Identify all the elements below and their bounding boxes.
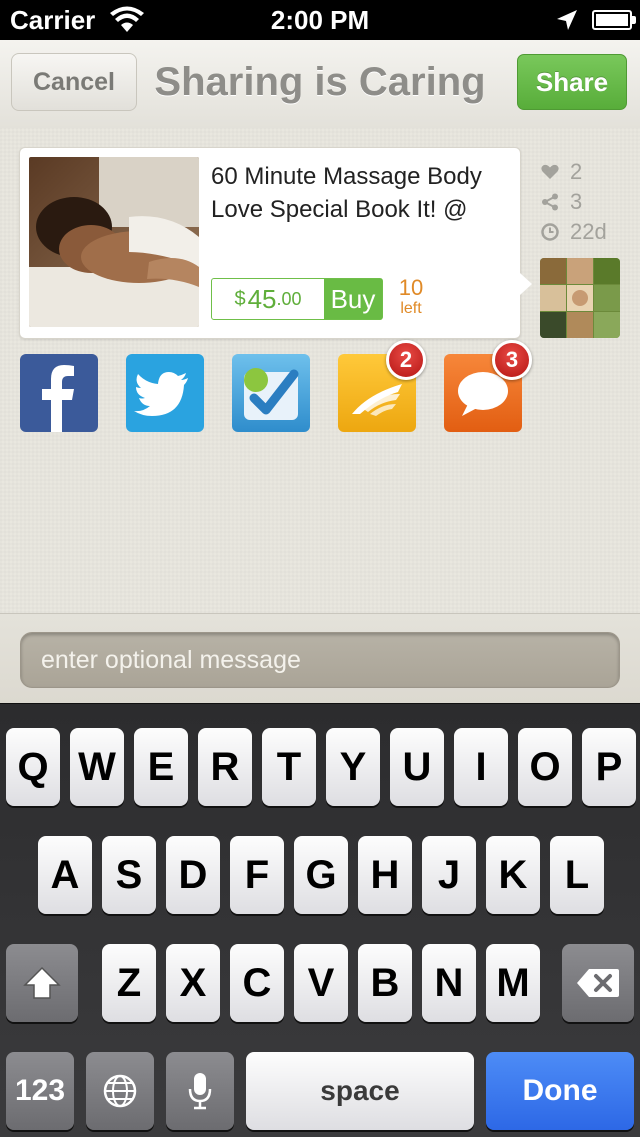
key-p[interactable]: P xyxy=(582,728,636,806)
backspace-key[interactable] xyxy=(562,944,634,1022)
age-stat: 22d xyxy=(540,217,630,247)
navigation-bar: Cancel Sharing is Caring Share xyxy=(0,40,640,129)
dictation-key[interactable] xyxy=(166,1052,234,1130)
clock: 2:00 PM xyxy=(270,5,370,35)
notification-badge: 2 xyxy=(386,340,426,380)
mail-share-button[interactable]: 2 xyxy=(338,340,426,432)
key-w[interactable]: W xyxy=(70,728,124,806)
globe-icon xyxy=(103,1074,137,1108)
message-bar: enter optional message xyxy=(0,613,640,704)
key-t[interactable]: T xyxy=(262,728,316,806)
currency-symbol: $ xyxy=(234,287,246,310)
key-i[interactable]: I xyxy=(454,728,508,806)
keyboard: Q W E R T Y U I O P A S D F G H J K L Z … xyxy=(0,703,640,1137)
shift-key[interactable] xyxy=(6,944,78,1022)
foursquare-check-icon xyxy=(244,368,299,420)
shares-stat: 3 xyxy=(540,187,630,217)
key-f[interactable]: F xyxy=(230,836,284,914)
key-c[interactable]: C xyxy=(230,944,284,1022)
page-title: Sharing is Caring xyxy=(154,60,486,104)
facebook-share-button[interactable] xyxy=(20,354,98,432)
microphone-icon xyxy=(188,1073,212,1110)
shares-count: 3 xyxy=(570,189,583,214)
share-content: 60 Minute Massage Body Love Special Book… xyxy=(0,128,640,613)
key-u[interactable]: U xyxy=(390,728,444,806)
key-j[interactable]: J xyxy=(422,836,476,914)
facebook-icon xyxy=(42,365,74,432)
key-x[interactable]: X xyxy=(166,944,220,1022)
share-targets: 2 3 xyxy=(20,340,540,434)
key-z[interactable]: Z xyxy=(102,944,156,1022)
messages-share-button[interactable]: 3 xyxy=(444,340,532,432)
key-g[interactable]: G xyxy=(294,836,348,914)
heart-icon xyxy=(540,162,560,182)
remaining-number: 10 xyxy=(398,275,424,300)
key-a[interactable]: A xyxy=(38,836,92,914)
location-arrow-icon xyxy=(557,10,577,30)
likes-stat: 2 xyxy=(540,157,630,187)
done-key[interactable]: Done xyxy=(486,1052,634,1130)
deal-card[interactable]: 60 Minute Massage Body Love Special Book… xyxy=(19,147,532,339)
key-s[interactable]: S xyxy=(102,836,156,914)
gallery-thumbnail[interactable] xyxy=(540,258,620,338)
key-d[interactable]: D xyxy=(166,836,220,914)
clock-icon xyxy=(540,222,560,242)
message-input[interactable]: enter optional message xyxy=(20,632,620,688)
buy-box[interactable]: $ 45 .00 Buy xyxy=(211,278,383,320)
space-key[interactable]: space xyxy=(246,1052,474,1130)
shift-arrow-icon xyxy=(23,966,61,999)
key-y[interactable]: Y xyxy=(326,728,380,806)
key-q[interactable]: Q xyxy=(6,728,60,806)
key-b[interactable]: B xyxy=(358,944,412,1022)
key-n[interactable]: N xyxy=(422,944,476,1022)
numbers-key[interactable]: 123 xyxy=(6,1052,74,1130)
foursquare-share-button[interactable] xyxy=(232,354,310,432)
remaining-count: 10 left xyxy=(396,276,426,318)
key-e[interactable]: E xyxy=(134,728,188,806)
deal-title: 60 Minute Massage Body Love Special Book… xyxy=(211,163,482,223)
remaining-label: left xyxy=(400,300,422,317)
cancel-button[interactable]: Cancel xyxy=(11,53,137,111)
key-h[interactable]: H xyxy=(358,836,412,914)
price-cents: .00 xyxy=(276,288,302,309)
price-whole: 45 xyxy=(247,283,277,314)
twitter-share-button[interactable] xyxy=(126,354,204,432)
globe-key[interactable] xyxy=(86,1052,154,1130)
battery-icon xyxy=(592,10,636,30)
status-bar: Carrier 2:00 PM xyxy=(0,0,640,40)
key-o[interactable]: O xyxy=(518,728,572,806)
key-k[interactable]: K xyxy=(486,836,540,914)
key-v[interactable]: V xyxy=(294,944,348,1022)
key-r[interactable]: R xyxy=(198,728,252,806)
notification-badge: 3 xyxy=(492,340,532,380)
deal-photo xyxy=(29,157,199,327)
likes-count: 2 xyxy=(570,159,583,184)
key-m[interactable]: M xyxy=(486,944,540,1022)
age-value: 22d xyxy=(570,219,607,244)
share-button[interactable]: Share xyxy=(517,54,627,110)
share-nodes-icon xyxy=(540,192,560,212)
twitter-bird-icon xyxy=(134,372,188,416)
backspace-icon xyxy=(577,969,619,997)
deal-price: $ 45 .00 xyxy=(212,279,324,319)
key-l[interactable]: L xyxy=(550,836,604,914)
buy-button[interactable]: Buy xyxy=(324,279,382,319)
deal-stats: 2 3 22d xyxy=(540,157,630,247)
